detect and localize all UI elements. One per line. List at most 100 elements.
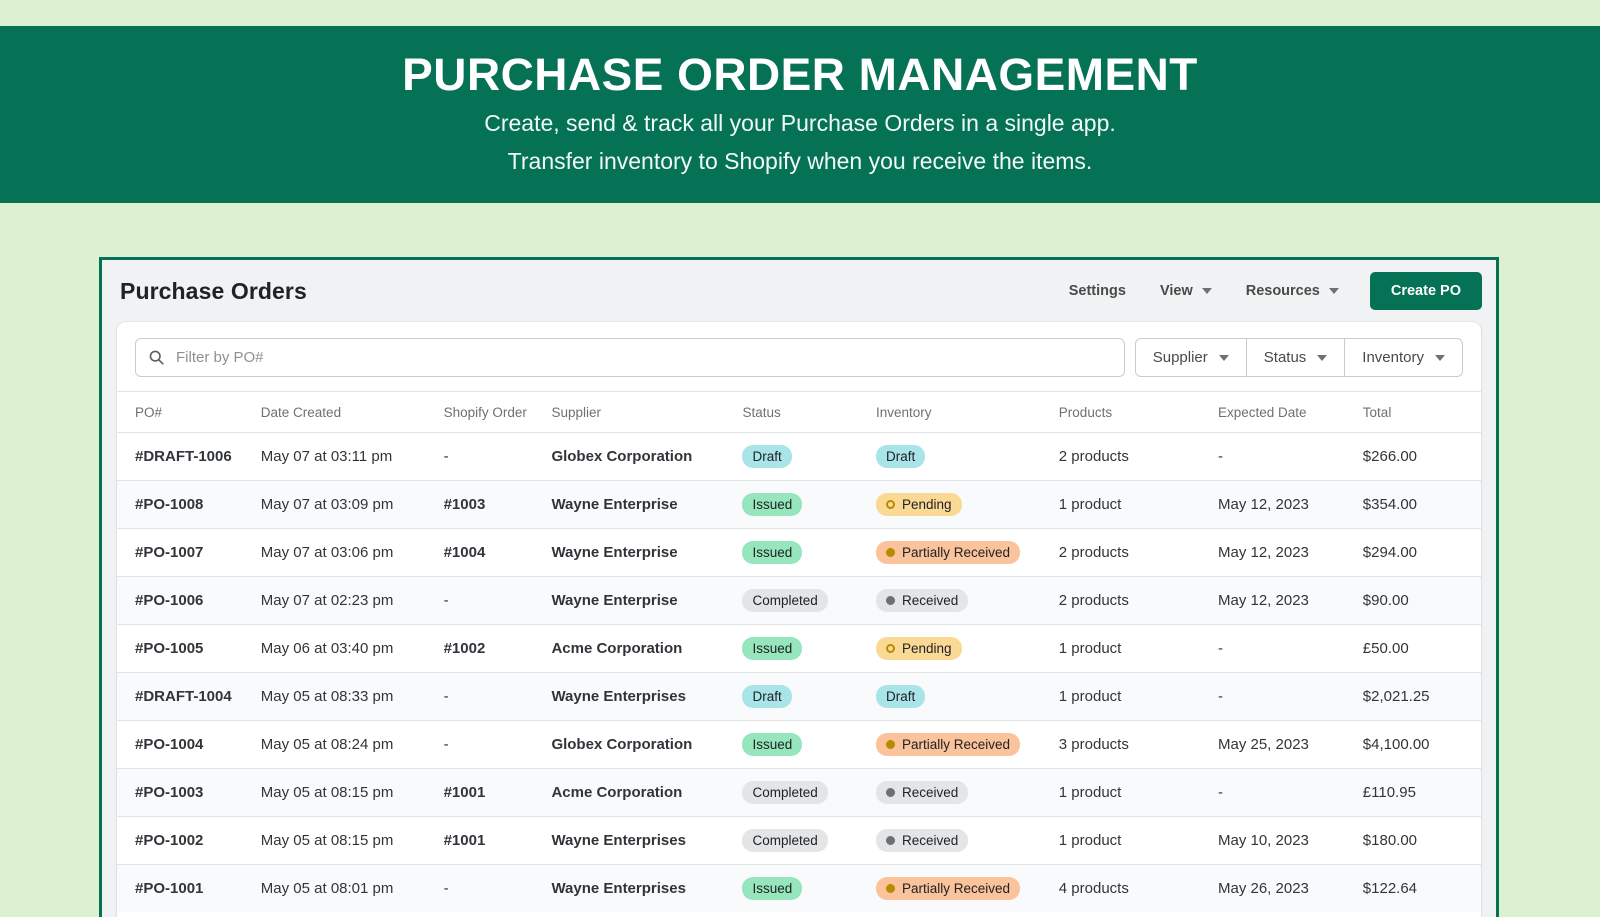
view-label: View [1160,283,1193,299]
cell-total: £50.00 [1363,625,1481,673]
column-header-supplier[interactable]: Supplier [551,392,742,433]
chevron-down-icon [1317,355,1327,361]
status-badge-label: Draft [752,688,781,705]
resources-dropdown[interactable]: Resources [1229,275,1356,307]
cell-expected-date: May 25, 2023 [1218,721,1363,769]
inventory-badge-label: Received [902,592,958,609]
cell-expected-date: - [1218,433,1363,481]
inventory-badge: Partially Received [876,541,1020,564]
table-row[interactable]: #PO-1004May 05 at 08:24 pm-Globex Corpor… [117,721,1481,769]
table-header-row: PO# Date Created Shopify Order Supplier … [117,392,1481,433]
table-row[interactable]: #DRAFT-1004May 05 at 08:33 pm-Wayne Ente… [117,673,1481,721]
column-header-po[interactable]: PO# [117,392,261,433]
cell-po-number: #PO-1006 [117,577,261,625]
inventory-badge: Received [876,589,968,612]
column-header-expected-date[interactable]: Expected Date [1218,392,1363,433]
inventory-badge: Received [876,829,968,852]
cell-inventory: Pending [876,625,1059,673]
table-row[interactable]: #PO-1008May 07 at 03:09 pm#1003Wayne Ent… [117,481,1481,529]
cell-shopify-order: - [444,577,552,625]
table-row[interactable]: #PO-1006May 07 at 02:23 pm-Wayne Enterpr… [117,577,1481,625]
cell-supplier: Wayne Enterprise [551,529,742,577]
cell-po-number: #PO-1005 [117,625,261,673]
column-header-date-created[interactable]: Date Created [261,392,444,433]
inventory-filter-button[interactable]: Inventory [1345,338,1463,377]
filter-button-group: Supplier Status Inventory [1135,338,1463,377]
cell-status: Issued [742,721,876,769]
cell-supplier: Globex Corporation [551,721,742,769]
cell-date-created: May 05 at 08:33 pm [261,673,444,721]
column-header-products[interactable]: Products [1059,392,1218,433]
status-badge-label: Completed [752,592,817,609]
supplier-filter-button[interactable]: Supplier [1135,338,1247,377]
status-badge: Completed [742,781,827,804]
status-badge-label: Completed [752,832,817,849]
filter-bar: Filter by PO# Supplier Status Inventory [117,322,1481,391]
cell-po-number: #DRAFT-1004 [117,673,261,721]
cell-shopify-order: - [444,721,552,769]
cell-shopify-order: - [444,865,552,913]
inventory-badge-label: Draft [886,688,915,705]
cell-status: Issued [742,865,876,913]
table-body: #DRAFT-1006May 07 at 03:11 pm-Globex Cor… [117,433,1481,913]
inventory-badge-label: Received [902,784,958,801]
chevron-down-icon [1219,355,1229,361]
status-badge: Completed [742,829,827,852]
column-header-status[interactable]: Status [742,392,876,433]
create-po-button[interactable]: Create PO [1370,272,1482,310]
table-row[interactable]: #PO-1002May 05 at 08:15 pm#1001Wayne Ent… [117,817,1481,865]
cell-date-created: May 05 at 08:15 pm [261,817,444,865]
cell-shopify-order: #1003 [444,481,552,529]
column-header-inventory[interactable]: Inventory [876,392,1059,433]
cell-date-created: May 07 at 03:09 pm [261,481,444,529]
inventory-badge-label: Draft [886,448,915,465]
cell-po-number: #DRAFT-1006 [117,433,261,481]
cell-shopify-order: #1002 [444,625,552,673]
purchase-orders-sheet: Filter by PO# Supplier Status Inventory [117,322,1481,917]
search-placeholder: Filter by PO# [176,349,264,366]
cell-po-number: #PO-1001 [117,865,261,913]
cell-status: Completed [742,817,876,865]
inventory-badge-label: Partially Received [902,544,1010,561]
status-dot-icon [886,596,895,605]
table-row[interactable]: #PO-1005May 06 at 03:40 pm#1002Acme Corp… [117,625,1481,673]
search-input[interactable]: Filter by PO# [135,338,1125,377]
cell-status: Draft [742,433,876,481]
inventory-badge: Draft [876,445,925,468]
cell-expected-date: May 10, 2023 [1218,817,1363,865]
status-badge-label: Completed [752,784,817,801]
settings-button[interactable]: Settings [1052,275,1143,307]
app-screenshot-card: Purchase Orders Settings View Resources … [99,257,1499,917]
cell-total: $122.64 [1363,865,1481,913]
table-row[interactable]: #DRAFT-1006May 07 at 03:11 pm-Globex Cor… [117,433,1481,481]
settings-label: Settings [1069,283,1126,299]
inventory-badge-label: Partially Received [902,880,1010,897]
status-badge-label: Issued [752,880,792,897]
status-badge-label: Draft [752,448,781,465]
cell-inventory: Received [876,769,1059,817]
column-header-shopify-order[interactable]: Shopify Order [444,392,552,433]
table-row[interactable]: #PO-1001May 05 at 08:01 pm-Wayne Enterpr… [117,865,1481,913]
cell-date-created: May 07 at 03:11 pm [261,433,444,481]
inventory-badge-label: Received [902,832,958,849]
view-dropdown[interactable]: View [1143,275,1229,307]
hero-subtitle-line-1: Create, send & track all your Purchase O… [0,104,1600,142]
table-row[interactable]: #PO-1007May 07 at 03:06 pm#1004Wayne Ent… [117,529,1481,577]
table-row[interactable]: #PO-1003May 05 at 08:15 pm#1001Acme Corp… [117,769,1481,817]
status-dot-icon [886,548,895,557]
inventory-badge-label: Pending [902,496,952,513]
cell-shopify-order: #1001 [444,817,552,865]
cell-shopify-order: - [444,433,552,481]
supplier-filter-label: Supplier [1153,349,1208,366]
table-header: PO# Date Created Shopify Order Supplier … [117,392,1481,433]
cell-total: $354.00 [1363,481,1481,529]
cell-inventory: Partially Received [876,529,1059,577]
status-badge: Issued [742,877,802,900]
status-filter-button[interactable]: Status [1247,338,1346,377]
cell-status: Issued [742,625,876,673]
page-title: PURCHASE ORDER MANAGEMENT [0,46,1600,104]
cell-status: Completed [742,769,876,817]
column-header-total[interactable]: Total [1363,392,1481,433]
cell-inventory: Partially Received [876,721,1059,769]
status-badge-label: Issued [752,544,792,561]
